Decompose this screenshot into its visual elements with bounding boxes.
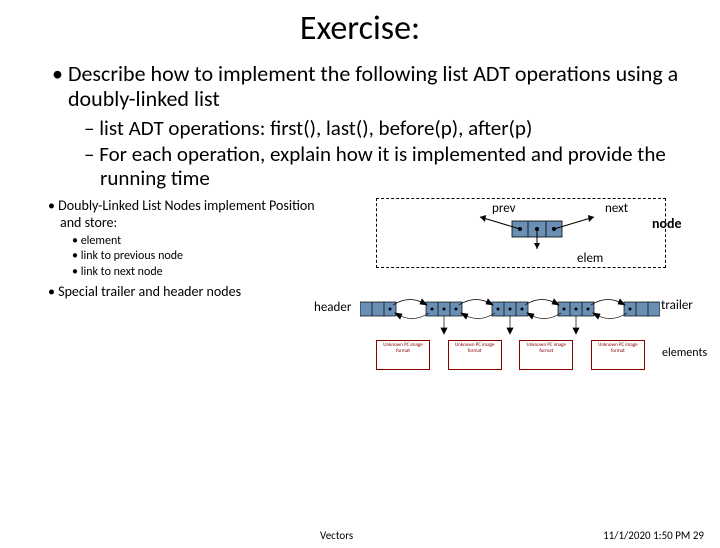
- bullet-store-element: element: [72, 234, 336, 250]
- node-label: node: [652, 215, 682, 232]
- right-column: prev next node elem header trailer: [336, 198, 700, 303]
- element-box: Unknown PC image format: [519, 340, 573, 370]
- bullet-special-nodes: Special trailer and header nodes: [48, 284, 336, 301]
- element-box: Unknown PC image format: [448, 340, 502, 370]
- list-diagram: header trailer: [316, 288, 696, 338]
- node-svg-icon: [472, 213, 642, 253]
- element-box: Unknown PC image format: [376, 340, 430, 370]
- footer-page: 29: [693, 529, 704, 542]
- bullet-store-next: link to next node: [72, 265, 336, 281]
- node-diagram-box: prev next node elem: [376, 198, 666, 268]
- elements-row: Unknown PC image format Unknown PC image…: [376, 340, 716, 370]
- header-label: header: [314, 300, 351, 315]
- list-svg-icon: [360, 288, 660, 338]
- slide-title: Exercise:: [0, 8, 720, 49]
- footer-center: Vectors: [320, 529, 353, 542]
- bullet-sub1: list ADT operations: first(), last(), be…: [84, 116, 684, 140]
- footer-right: 11/1/2020 1:50 PM 29: [603, 529, 704, 542]
- bullet-main: Describe how to implement the following …: [52, 61, 684, 112]
- content-area: Describe how to implement the following …: [0, 49, 720, 190]
- elements-label: elements: [662, 346, 707, 360]
- elem-label: elem: [577, 251, 603, 266]
- bullet-sub2: For each operation, explain how it is im…: [84, 142, 684, 190]
- lower-section: Doubly-Linked List Nodes implement Posit…: [0, 192, 720, 303]
- bullet-nodes-desc: Doubly-Linked List Nodes implement Posit…: [48, 198, 336, 232]
- footer-date: 11/1/2020 1:50 PM: [603, 529, 690, 542]
- trailer-label: trailer: [661, 298, 693, 313]
- left-column: Doubly-Linked List Nodes implement Posit…: [36, 198, 336, 303]
- element-box: Unknown PC image format: [591, 340, 645, 370]
- bullet-store-prev: link to previous node: [72, 249, 336, 265]
